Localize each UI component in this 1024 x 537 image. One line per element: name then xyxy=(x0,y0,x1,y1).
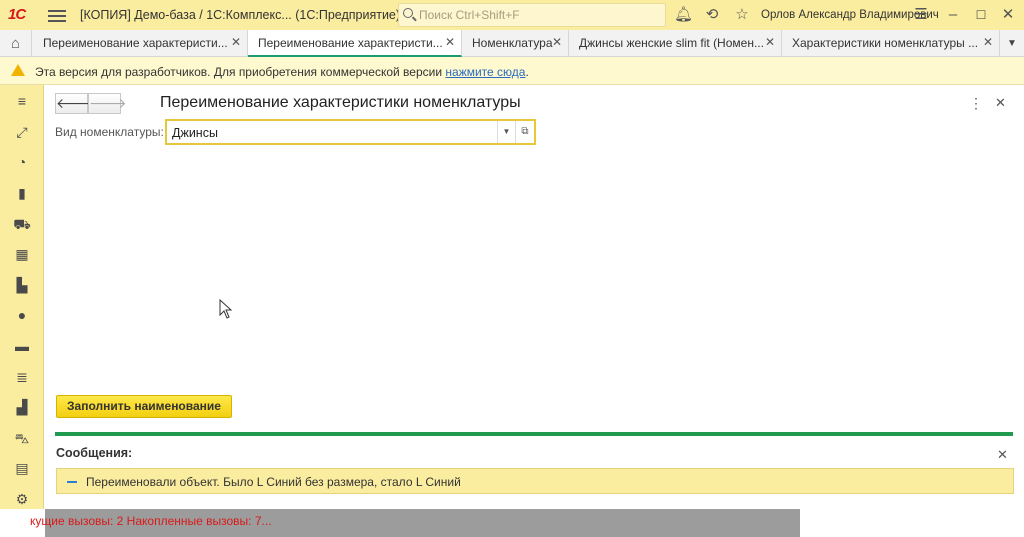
search-placeholder: Поиск Ctrl+Shift+F xyxy=(419,8,520,22)
banner-message: Эта версия для разработчиков. Для приобр… xyxy=(35,65,443,79)
title-bar: 1С [КОПИЯ] Демо-база / 1С:Комплекс... (1… xyxy=(0,0,1024,30)
tab-nomenclature[interactable]: Номенклатура ✕ xyxy=(462,30,569,57)
nomenclature-type-field[interactable]: Джинсы ▼ ⧉ xyxy=(165,119,536,145)
nomenclature-type-label: Вид номенклатуры: xyxy=(55,125,164,139)
close-form-icon[interactable]: ✕ xyxy=(995,95,1006,111)
close-tab-icon[interactable]: ✕ xyxy=(983,35,993,49)
message-text: Переименовали объект. Было L Синий без р… xyxy=(86,475,461,489)
settings-menu-icon[interactable]: ☰ xyxy=(912,6,930,24)
mouse-pointer-icon xyxy=(219,299,233,319)
dropdown-arrow-icon[interactable]: ▼ xyxy=(497,121,515,143)
back-button[interactable]: 🡐 xyxy=(55,93,94,114)
tab-bar: ⌂ Переименование характеристи... ✕ Переи… xyxy=(0,30,1024,57)
main-menu-icon[interactable] xyxy=(48,7,66,23)
close-tab-icon[interactable]: ✕ xyxy=(552,35,562,49)
status-bar: кущие вызовы: 2 Накопленные вызовы: 7... xyxy=(0,509,1024,537)
forward-button[interactable]: 🡒 xyxy=(88,93,127,114)
close-tab-icon[interactable]: ✕ xyxy=(765,35,775,49)
gear-icon[interactable]: ⚙ xyxy=(12,489,32,509)
tab-label: Переименование характеристи... xyxy=(258,36,443,50)
factory-icon[interactable]: ▙ xyxy=(12,275,32,295)
more-actions-icon[interactable]: ⋮ xyxy=(969,95,983,112)
open-item-icon[interactable]: ⧉ xyxy=(515,121,534,143)
close-tab-icon[interactable]: ✕ xyxy=(231,35,241,49)
cart-icon[interactable]: ⛟ xyxy=(12,214,32,234)
message-item[interactable]: Переименовали объект. Было L Синий без р… xyxy=(56,468,1014,494)
person-icon[interactable]: ● xyxy=(12,305,32,325)
card-icon[interactable]: ▬ xyxy=(12,336,32,356)
buy-link[interactable]: нажмите сюда xyxy=(445,65,525,79)
tab-label: Характеристики номенклатуры ... xyxy=(792,36,979,50)
nomenclature-type-value: Джинсы xyxy=(172,126,218,140)
tab-characteristics[interactable]: Характеристики номенклатуры ... ✕ xyxy=(782,30,1000,57)
global-search-input[interactable]: Поиск Ctrl+Shift+F xyxy=(398,3,666,27)
truck-icon[interactable]: ⛍ xyxy=(12,428,32,448)
tabs-dropdown-icon[interactable]: ▼ xyxy=(1000,30,1024,57)
close-tab-icon[interactable]: ✕ xyxy=(445,35,455,49)
bell-icon[interactable]: 🔔︎ xyxy=(674,6,693,24)
fill-name-button[interactable]: Заполнить наименование xyxy=(56,395,232,418)
tab-rename-2[interactable]: Переименование характеристи... ✕ xyxy=(248,30,462,57)
close-window-icon[interactable]: ✕ xyxy=(999,6,1017,24)
sections-sidebar: ≡ ⤢ ◔ ▮ ⛟ ▦ ▙ ● ▬ ≣ ▟ ⛍ ▤ ⚙ xyxy=(0,85,44,537)
analytics-icon[interactable]: ⤢ xyxy=(12,122,32,142)
dev-version-banner: Эта версия для разработчиков. Для приобр… xyxy=(0,57,1024,85)
search-icon xyxy=(403,8,413,18)
tab-rename-1[interactable]: Переименование характеристи... ✕ xyxy=(33,30,248,57)
tab-jeans[interactable]: Джинсы женские slim fit (Номен... ✕ xyxy=(569,30,782,57)
bar-chart-icon[interactable]: ▟ xyxy=(12,397,32,417)
minimize-icon[interactable]: – xyxy=(944,6,962,24)
maximize-icon[interactable]: ☐ xyxy=(972,6,990,24)
messages-title: Сообщения: xyxy=(56,446,133,460)
star-icon[interactable]: ☆ xyxy=(733,6,751,24)
pie-chart-icon[interactable]: ◔ xyxy=(12,152,32,172)
menu-list-icon[interactable]: ≡ xyxy=(12,91,32,111)
warning-icon xyxy=(11,64,25,76)
form-area: 🡐 🡒 Переименование характеристики номенк… xyxy=(45,85,1024,509)
tab-label: Номенклатура xyxy=(472,36,553,50)
page-title: Переименование характеристики номенклату… xyxy=(160,94,521,111)
banner-text: Эта версия для разработчиков. Для приобр… xyxy=(35,65,529,79)
banner-suffix: . xyxy=(525,65,529,79)
window-title: [КОПИЯ] Демо-база / 1С:Комплекс... (1С:П… xyxy=(80,8,401,22)
document-icon[interactable]: ▤ xyxy=(12,458,32,478)
shopping-bag-icon[interactable]: ▮ xyxy=(12,183,32,203)
calls-counter: кущие вызовы: 2 Накопленные вызовы: 7... xyxy=(30,514,272,528)
history-icon[interactable]: ⟲ xyxy=(703,6,721,24)
coins-icon[interactable]: ≣ xyxy=(12,367,32,387)
close-messages-icon[interactable]: ✕ xyxy=(997,447,1008,463)
tab-label: Переименование характеристи... xyxy=(43,36,228,50)
tab-label: Джинсы женские slim fit (Номен... xyxy=(579,36,764,50)
grid-icon[interactable]: ▦ xyxy=(12,244,32,264)
message-marker-icon xyxy=(67,481,77,483)
app-logo: 1С xyxy=(8,6,26,23)
splitter-bar[interactable] xyxy=(55,432,1013,436)
home-icon[interactable]: ⌂ xyxy=(0,30,32,57)
